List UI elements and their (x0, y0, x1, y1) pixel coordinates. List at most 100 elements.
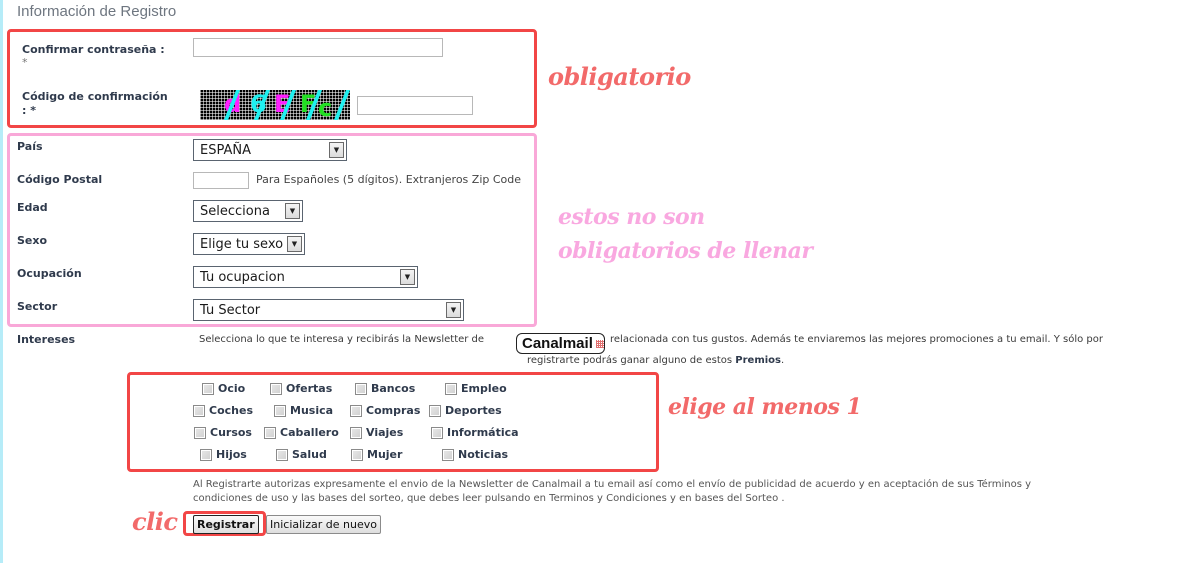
sector-label: Sector (17, 300, 58, 313)
interest-option[interactable]: Informática (431, 426, 519, 439)
interest-option[interactable]: Mujer (351, 448, 402, 461)
interest-checkbox[interactable] (350, 426, 362, 439)
interest-option[interactable]: Hijos (200, 448, 247, 461)
captcha-char: c (318, 94, 333, 120)
sex-selected-value: Elige tu sexo (200, 236, 284, 252)
interests-intro-line2-text: registrarte podrás ganar alguno de estos (527, 355, 733, 366)
logo-grid-icon (595, 339, 604, 348)
confirm-password-input[interactable] (193, 38, 443, 57)
interest-checkbox[interactable] (202, 382, 214, 395)
interest-option[interactable]: Cursos (194, 426, 252, 439)
captcha-image: d 6 E F c (200, 90, 350, 120)
sector-select[interactable]: Tu Sector ▼ (193, 299, 464, 321)
interest-checkbox[interactable] (270, 382, 282, 395)
interests-intro-end: . (781, 355, 785, 366)
occupation-selected-value: Tu ocupacion (200, 269, 285, 285)
interest-option[interactable]: Ofertas (270, 382, 332, 395)
age-label: Edad (17, 201, 48, 214)
chevron-down-icon[interactable]: ▼ (285, 203, 300, 219)
country-label: País (17, 140, 43, 153)
chevron-down-icon[interactable]: ▼ (446, 302, 461, 318)
interest-checkbox[interactable] (193, 404, 205, 417)
interests-intro: Selecciona lo que te interesa y recibirá… (199, 334, 485, 345)
interest-option[interactable]: Coches (193, 404, 253, 417)
sex-label: Sexo (17, 234, 48, 247)
required-mark: * (22, 56, 28, 69)
annotation-click: clic (132, 507, 178, 536)
reset-button[interactable]: Inicializar de nuevo (266, 515, 381, 534)
age-selected-value: Selecciona (200, 203, 270, 219)
interest-label: Hijos (216, 448, 247, 461)
interest-option[interactable]: Deportes (429, 404, 502, 417)
confirmation-code-input[interactable] (357, 96, 473, 115)
country-selected-value: ESPAÑA (200, 142, 251, 158)
interest-option[interactable]: Compras (350, 404, 420, 417)
interest-option[interactable]: Salud (276, 448, 327, 461)
chevron-down-icon[interactable]: ▼ (287, 236, 302, 252)
chevron-down-icon[interactable]: ▼ (329, 142, 344, 158)
annotation-required: obligatorio (548, 62, 691, 91)
annotation-choose: elige al menos 1 (668, 394, 862, 420)
interest-option[interactable]: Empleo (445, 382, 507, 395)
interest-checkbox[interactable] (355, 382, 367, 395)
interests-intro-continued: relacionada con tus gustos. Además te en… (610, 334, 1103, 345)
annotation-optional-line2: obligatorios de llenar (558, 238, 813, 264)
interest-checkbox[interactable] (350, 404, 362, 417)
interest-label: Deportes (445, 404, 502, 417)
interest-label: Informática (447, 426, 519, 439)
interest-label: Salud (292, 448, 327, 461)
postal-code-hint: Para Españoles (5 dígitos). Extranjeros … (256, 173, 522, 186)
section-title: Información de Registro (17, 3, 177, 20)
canalmail-logo-text: Canalmail (522, 335, 593, 352)
interest-label: Coches (209, 404, 253, 417)
interest-checkbox[interactable] (274, 404, 286, 417)
prizes-link[interactable]: Premios (735, 355, 781, 366)
chevron-down-icon[interactable]: ▼ (400, 269, 415, 285)
occupation-label: Ocupación (17, 267, 82, 280)
interest-checkbox[interactable] (264, 426, 276, 439)
age-select[interactable]: Selecciona ▼ (193, 200, 303, 222)
sector-selected-value: Tu Sector (200, 302, 261, 318)
captcha-noise-line (331, 90, 350, 120)
confirm-password-label: Confirmar contraseña : (22, 43, 165, 56)
country-select[interactable]: ESPAÑA ▼ (193, 139, 347, 161)
legal-text-line2: condiciones de uso y las bases del sorte… (193, 493, 785, 504)
sex-select[interactable]: Elige tu sexo ▼ (193, 233, 305, 255)
interest-option[interactable]: Viajes (350, 426, 403, 439)
interest-checkbox[interactable] (431, 426, 443, 439)
interest-label: Compras (366, 404, 421, 417)
interest-label: Musica (290, 404, 334, 417)
confirmation-code-label: Código de confirmación (22, 90, 168, 103)
interest-checkbox[interactable] (200, 448, 212, 461)
interest-option[interactable]: Bancos (355, 382, 415, 395)
interest-label: Ocio (218, 382, 246, 395)
interest-label: Empleo (461, 382, 507, 395)
interests-label: Intereses (17, 333, 76, 346)
interest-label: Mujer (367, 448, 403, 461)
interest-label: Noticias (458, 448, 509, 461)
interest-option[interactable]: Ocio (202, 382, 245, 395)
interest-checkbox[interactable] (351, 448, 363, 461)
interest-label: Ofertas (286, 382, 333, 395)
interest-checkbox[interactable] (429, 404, 441, 417)
interests-intro-line2: registrarte podrás ganar alguno de estos… (527, 354, 784, 368)
interest-checkbox[interactable] (194, 426, 206, 439)
interest-checkbox[interactable] (276, 448, 288, 461)
interest-option[interactable]: Noticias (442, 448, 508, 461)
interest-label: Caballero (280, 426, 339, 439)
interest-option[interactable]: Caballero (264, 426, 339, 439)
confirmation-code-label-required: : * (22, 104, 36, 117)
interest-option[interactable]: Musica (274, 404, 333, 417)
legal-text-line1: Al Registrarte autorizas expresamente el… (193, 479, 1032, 490)
optional-fields-highlight (7, 133, 537, 327)
canalmail-logo: Canalmail (516, 333, 605, 354)
postal-code-label: Código Postal (17, 173, 103, 186)
interest-label: Bancos (371, 382, 416, 395)
occupation-select[interactable]: Tu ocupacion ▼ (193, 266, 418, 288)
interest-label: Cursos (210, 426, 252, 439)
register-button[interactable]: Registrar (193, 515, 259, 534)
left-border-strip (0, 0, 3, 563)
interest-checkbox[interactable] (442, 448, 454, 461)
interest-checkbox[interactable] (445, 382, 457, 395)
postal-code-input[interactable] (193, 172, 249, 189)
